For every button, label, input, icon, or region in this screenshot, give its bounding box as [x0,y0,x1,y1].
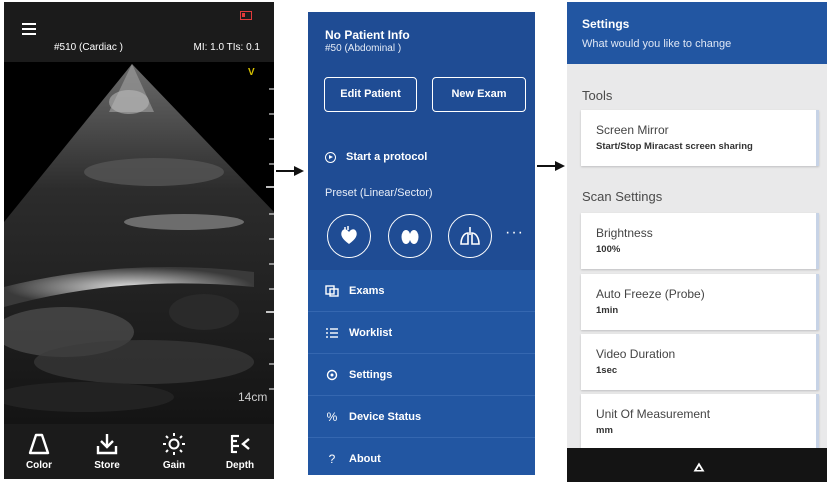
brightness-title: Brightness [596,226,653,240]
lungs-icon [460,227,480,245]
screen-mirror-title: Screen Mirror [596,123,669,137]
start-protocol-button[interactable]: Start a protocol [325,149,427,165]
patient-exam-label: #50 (Abdominal ) [325,43,402,54]
scan-settings-section-heading: Scan Settings [582,189,663,204]
edit-patient-button[interactable]: Edit Patient [324,77,417,112]
tools-section-heading: Tools [582,88,613,103]
preset-label: Preset (Linear/Sector) [325,187,433,199]
depth-label: Depth [225,460,255,471]
screen-mirror-card[interactable]: Screen Mirror Start/Stop Miracast screen… [581,110,819,166]
mi-tis-readout: MI: 1.0 TIs: 0.1 [193,42,260,53]
unit-of-measurement-card[interactable]: Unit Of Measurement mm [581,394,819,448]
screen-mirror-value: Start/Stop Miracast screen sharing [596,141,753,152]
scan-toolbar: Color Store Gain Depth [4,424,274,479]
menu-item-label: Exams [349,284,385,297]
hamburger-menu-icon[interactable] [22,23,36,35]
video-duration-card[interactable]: Video Duration 1sec [581,334,819,390]
arrow-right-icon [276,166,304,176]
menu-list: Exams Worklist Settings % Device Status … [308,270,535,475]
bottom-bar [567,448,827,482]
arrow-right-icon [537,161,565,171]
exams-icon [325,284,339,298]
auto-freeze-title: Auto Freeze (Probe) [596,287,705,301]
menu-item-label: Settings [349,368,393,381]
menu-item-about[interactable]: ? About [308,438,535,475]
settings-title: Settings [582,17,630,31]
menu-item-label: About [349,453,381,465]
auto-freeze-card[interactable]: Auto Freeze (Probe) 1min [581,274,819,330]
new-exam-button[interactable]: New Exam [432,77,526,112]
question-icon: ? [328,452,336,466]
preset-cardiac-button[interactable] [327,214,371,258]
depth-button[interactable]: Depth [207,424,273,479]
store-icon [96,434,118,455]
menu-item-device-status[interactable]: % Device Status [308,396,535,438]
menu-item-exams[interactable]: Exams [308,270,535,312]
patient-title: No Patient Info [325,28,410,42]
scan-screen: #510 (Cardiac ) MI: 1.0 TIs: 0.1 V 14cm … [4,2,274,479]
battery-icon [240,11,252,20]
ultrasound-image [4,62,274,424]
video-duration-value: 1sec [596,365,618,376]
scan-top-bar: #510 (Cardiac ) MI: 1.0 TIs: 0.1 [4,2,274,62]
preset-lung-button[interactable] [448,214,492,258]
video-duration-title: Video Duration [596,347,676,361]
unit-title: Unit Of Measurement [596,407,711,421]
scan-preset-label: #510 (Cardiac ) [54,42,123,53]
color-button[interactable]: Color [6,424,72,479]
menu-item-worklist[interactable]: Worklist [308,312,535,354]
worklist-icon [325,326,339,340]
depth-readout: 14cm [238,390,268,404]
percent-icon: % [326,409,338,424]
depth-ruler [266,88,274,390]
depth-icon [230,434,250,454]
start-protocol-label: Start a protocol [346,151,428,163]
menu-item-label: Worklist [349,326,393,339]
gain-icon [163,433,185,455]
play-circle-icon [325,151,336,163]
scroll-up-icon[interactable] [693,462,705,472]
color-label: Color [25,460,53,471]
menu-item-settings[interactable]: Settings [308,354,535,396]
settings-screen: Settings What would you like to change T… [567,2,827,482]
orientation-marker: V [248,67,255,78]
gain-label: Gain [162,460,186,471]
store-button[interactable]: Store [74,424,140,479]
brightness-value: 100% [596,244,621,255]
store-label: Store [94,460,120,471]
menu-item-label: Device Status [349,410,422,423]
settings-header: Settings What would you like to change [567,2,827,64]
settings-icon [325,368,339,382]
auto-freeze-value: 1min [596,305,619,316]
side-menu: No Patient Info #50 (Abdominal ) Edit Pa… [308,12,535,475]
more-presets-icon[interactable]: ··· [505,224,524,242]
heart-icon [341,226,357,244]
unit-value: mm [596,425,613,436]
gain-button[interactable]: Gain [141,424,207,479]
brightness-card[interactable]: Brightness 100% [581,213,819,269]
settings-subtitle: What would you like to change [582,38,732,50]
preset-thyroid-button[interactable] [388,214,432,258]
color-doppler-icon [28,433,50,455]
thyroid-icon [401,230,419,244]
